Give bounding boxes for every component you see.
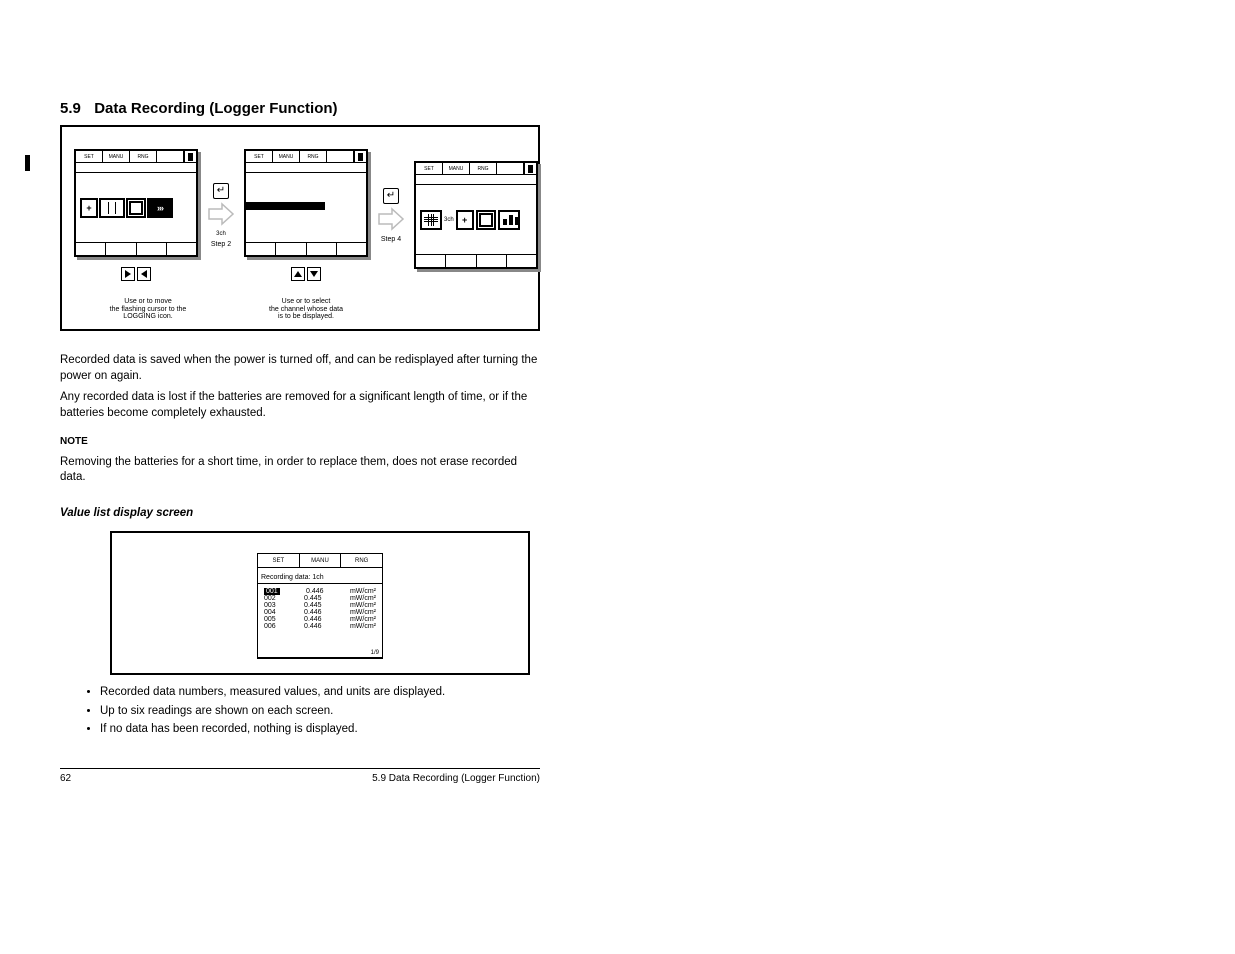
- graph-icon: [498, 210, 520, 230]
- lcd-title: Recording data: 1ch: [258, 568, 382, 584]
- tab: SET: [258, 554, 300, 567]
- section-title: Data Recording (Logger Function): [94, 100, 337, 117]
- right-button-icon: [121, 267, 135, 281]
- highlighted-row: [246, 202, 325, 210]
- save-icon: [476, 210, 496, 230]
- lcd-screen-2: SET MANU RNG: [244, 149, 368, 281]
- list-item: Recorded data numbers, measured values, …: [100, 685, 540, 701]
- list-item: Up to six readings are shown on each scr…: [100, 704, 540, 720]
- value-list-lcd: SET MANU RNG Recording data: 1ch 0010.44…: [257, 553, 383, 659]
- flow-arrow-2: ↵ Step 4: [378, 188, 404, 243]
- footer-title: 5.9 Data Recording (Logger Function): [372, 773, 540, 784]
- lcd-screen-1: SET MANU RNG + ›››: [74, 149, 198, 281]
- tab: SET: [76, 151, 103, 162]
- ch-label: 3ch: [444, 210, 454, 230]
- paragraph: Recorded data is saved when the power is…: [60, 353, 540, 384]
- tab: MANU: [273, 151, 300, 162]
- enter-key-icon: ↵: [213, 183, 229, 199]
- lcd-screen-3: SET MANU RNG 3ch +: [414, 161, 538, 269]
- tab: MANU: [300, 554, 342, 567]
- tab: RNG: [300, 151, 327, 162]
- step-label: Step 2: [211, 241, 231, 248]
- navigation-diagram: SET MANU RNG + ›››: [60, 125, 540, 331]
- note-label: NOTE: [60, 435, 540, 449]
- tab: SET: [246, 151, 273, 162]
- paragraph: Any recorded data is lost if the batteri…: [60, 390, 540, 421]
- subheading: Value list display screen: [60, 506, 540, 522]
- left-button-icon: [137, 267, 151, 281]
- left-right-buttons: [74, 267, 198, 281]
- tab: RNG: [130, 151, 157, 162]
- up-button-icon: [291, 267, 305, 281]
- flow-arrow-1: ↵ 3ch Step 2: [208, 183, 234, 248]
- list-item: If no data has been recorded, nothing is…: [100, 722, 540, 738]
- save-icon: [126, 198, 146, 218]
- section-heading: 5.9 Data Recording (Logger Function): [60, 100, 1175, 117]
- arrow-right-icon: [378, 206, 404, 232]
- section-marker: [25, 155, 30, 171]
- step-label: Step 4: [381, 236, 401, 243]
- tab: [497, 163, 524, 174]
- pager: 1/9: [258, 648, 382, 658]
- arrow-right-icon: [208, 201, 234, 227]
- battery-icon: [524, 163, 536, 174]
- footer-rule: [60, 768, 540, 769]
- list-icon: [99, 198, 125, 218]
- arrow-label: 3ch: [216, 231, 226, 237]
- section-number: 5.9: [60, 100, 81, 117]
- page-number: 62: [60, 773, 71, 784]
- tab: MANU: [103, 151, 130, 162]
- page-footer: 62 5.9 Data Recording (Logger Function): [60, 773, 540, 784]
- plus-icon: +: [456, 210, 474, 230]
- tab: RNG: [470, 163, 497, 174]
- battery-icon: [184, 151, 196, 162]
- tab: SET: [416, 163, 443, 174]
- measurement-list: 0010.446mW/cm² 0020.445mW/cm² 0030.445mW…: [258, 584, 382, 648]
- plus-icon: +: [80, 198, 98, 218]
- screen2-hint: Use or to select the channel whose data …: [244, 298, 368, 321]
- up-down-buttons: [244, 267, 368, 281]
- value-list-icon: [420, 210, 442, 230]
- screen1-hint: Use or to move the flashing cursor to th…: [86, 298, 210, 321]
- tab: [157, 151, 184, 162]
- tab: RNG: [341, 554, 382, 567]
- battery-icon: [354, 151, 366, 162]
- logging-icon: ›››: [147, 198, 173, 218]
- tab: [327, 151, 354, 162]
- down-button-icon: [307, 267, 321, 281]
- value-list-diagram: SET MANU RNG Recording data: 1ch 0010.44…: [110, 531, 530, 675]
- tab: MANU: [443, 163, 470, 174]
- enter-key-icon: ↵: [383, 188, 399, 204]
- bullet-list: Recorded data numbers, measured values, …: [60, 685, 540, 738]
- paragraph: Removing the batteries for a short time,…: [60, 455, 540, 486]
- body-text-block: Recorded data is saved when the power is…: [60, 353, 540, 521]
